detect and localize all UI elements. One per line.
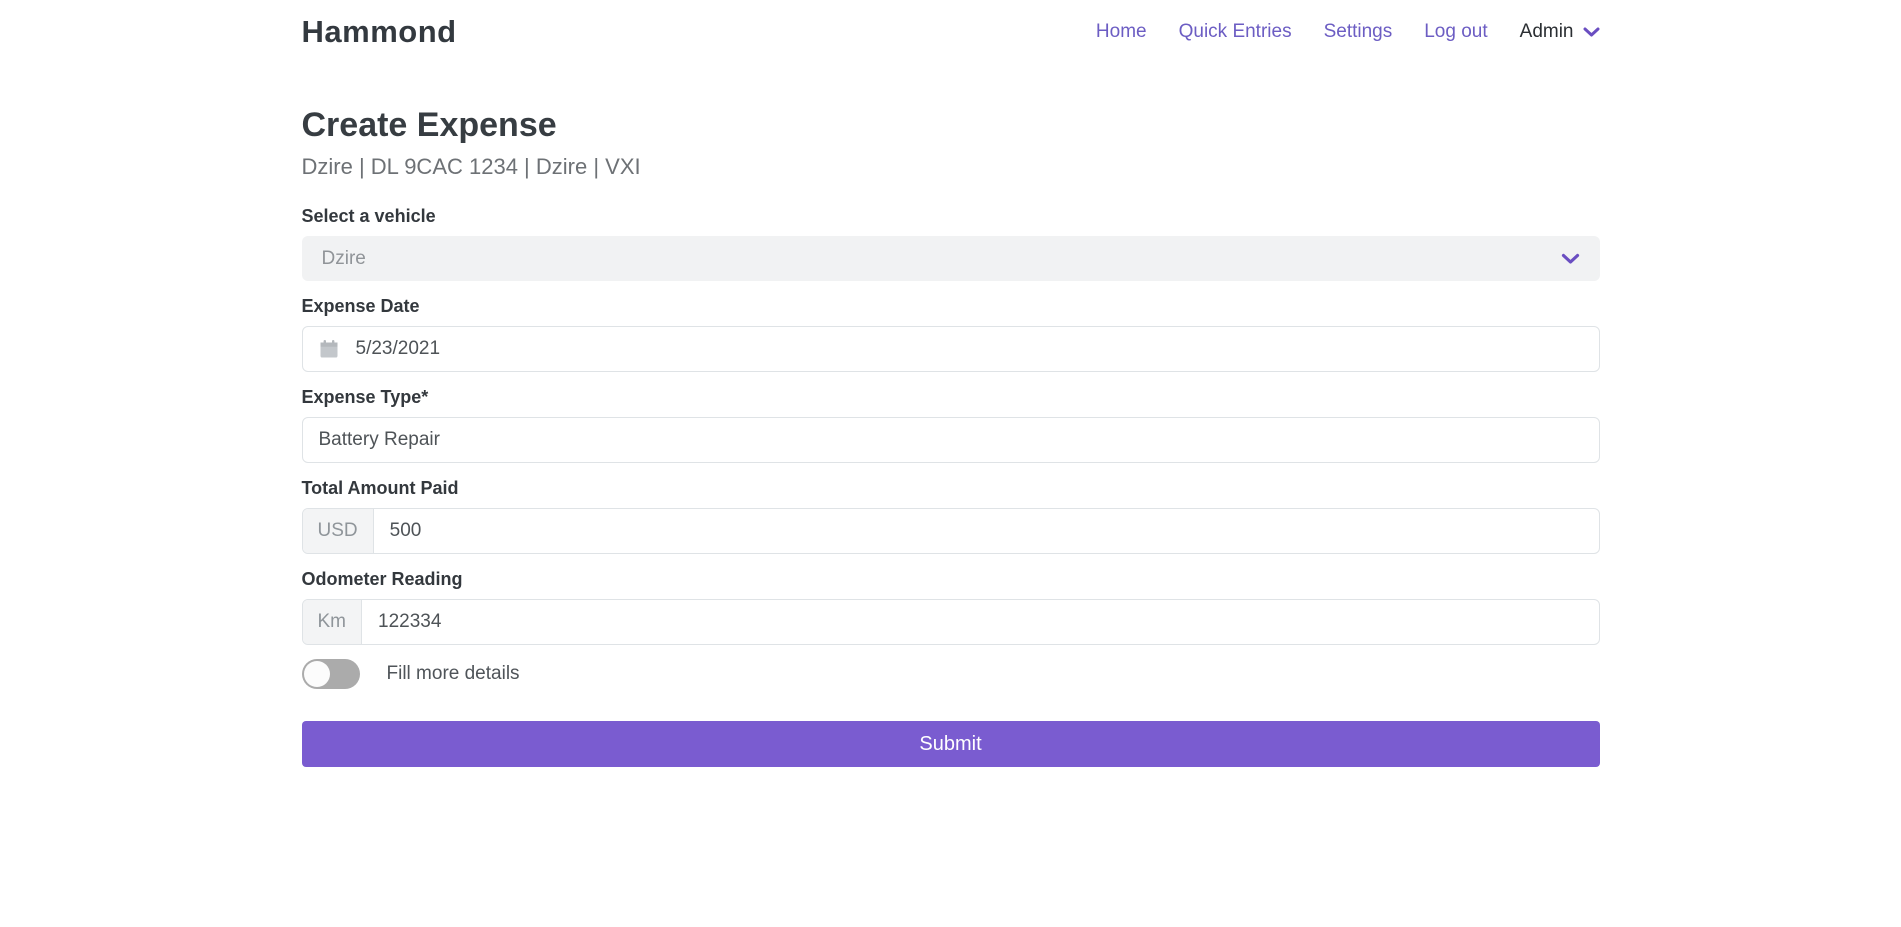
- main-nav: Home Quick Entries Settings Log out Admi…: [1096, 21, 1600, 43]
- vehicle-select-value: Dzire: [322, 248, 366, 270]
- total-amount-input[interactable]: [374, 509, 1599, 553]
- nav-item-home[interactable]: Home: [1096, 21, 1147, 43]
- nav-item-quick-entries[interactable]: Quick Entries: [1179, 21, 1292, 43]
- odometer-input[interactable]: [362, 600, 1599, 644]
- vehicle-select-label: Select a vehicle: [302, 206, 1600, 227]
- odometer-label: Odometer Reading: [302, 569, 1600, 590]
- expense-date-label: Expense Date: [302, 296, 1600, 317]
- chevron-down-icon: [1561, 253, 1580, 265]
- fill-more-details-toggle[interactable]: [302, 659, 360, 689]
- expense-type-label: Expense Type*: [302, 387, 1600, 408]
- distance-unit-prefix: Km: [303, 600, 363, 644]
- nav-item-logout[interactable]: Log out: [1424, 21, 1487, 43]
- user-menu-admin[interactable]: Admin: [1520, 21, 1600, 43]
- create-expense-page: Create Expense Dzire | DL 9CAC 1234 | Dz…: [302, 50, 1600, 767]
- fill-more-details-label: Fill more details: [387, 663, 520, 685]
- page-title: Create Expense: [302, 106, 1600, 145]
- total-amount-field-wrap: USD: [302, 508, 1600, 554]
- more-details-row: Fill more details: [302, 659, 1600, 689]
- toggle-knob: [304, 661, 330, 687]
- brand-logo[interactable]: Hammond: [302, 14, 457, 50]
- submit-button[interactable]: Submit: [302, 721, 1600, 767]
- create-expense-form: Select a vehicle Dzire Expense Date Expe…: [302, 206, 1600, 767]
- vehicle-select[interactable]: Dzire: [302, 236, 1600, 281]
- currency-prefix: USD: [303, 509, 374, 553]
- app-header: Hammond Home Quick Entries Settings Log …: [0, 0, 1901, 50]
- user-menu-label: Admin: [1520, 21, 1574, 43]
- chevron-down-icon: [1583, 27, 1600, 38]
- total-amount-label: Total Amount Paid: [302, 478, 1600, 499]
- nav-item-settings[interactable]: Settings: [1324, 21, 1393, 43]
- odometer-field-wrap: Km: [302, 599, 1600, 645]
- expense-date-input[interactable]: [356, 327, 1583, 371]
- vehicle-summary: Dzire | DL 9CAC 1234 | Dzire | VXI: [302, 154, 1600, 180]
- expense-type-input[interactable]: [302, 417, 1600, 463]
- calendar-icon: [319, 339, 339, 359]
- expense-date-field-wrap: [302, 326, 1600, 372]
